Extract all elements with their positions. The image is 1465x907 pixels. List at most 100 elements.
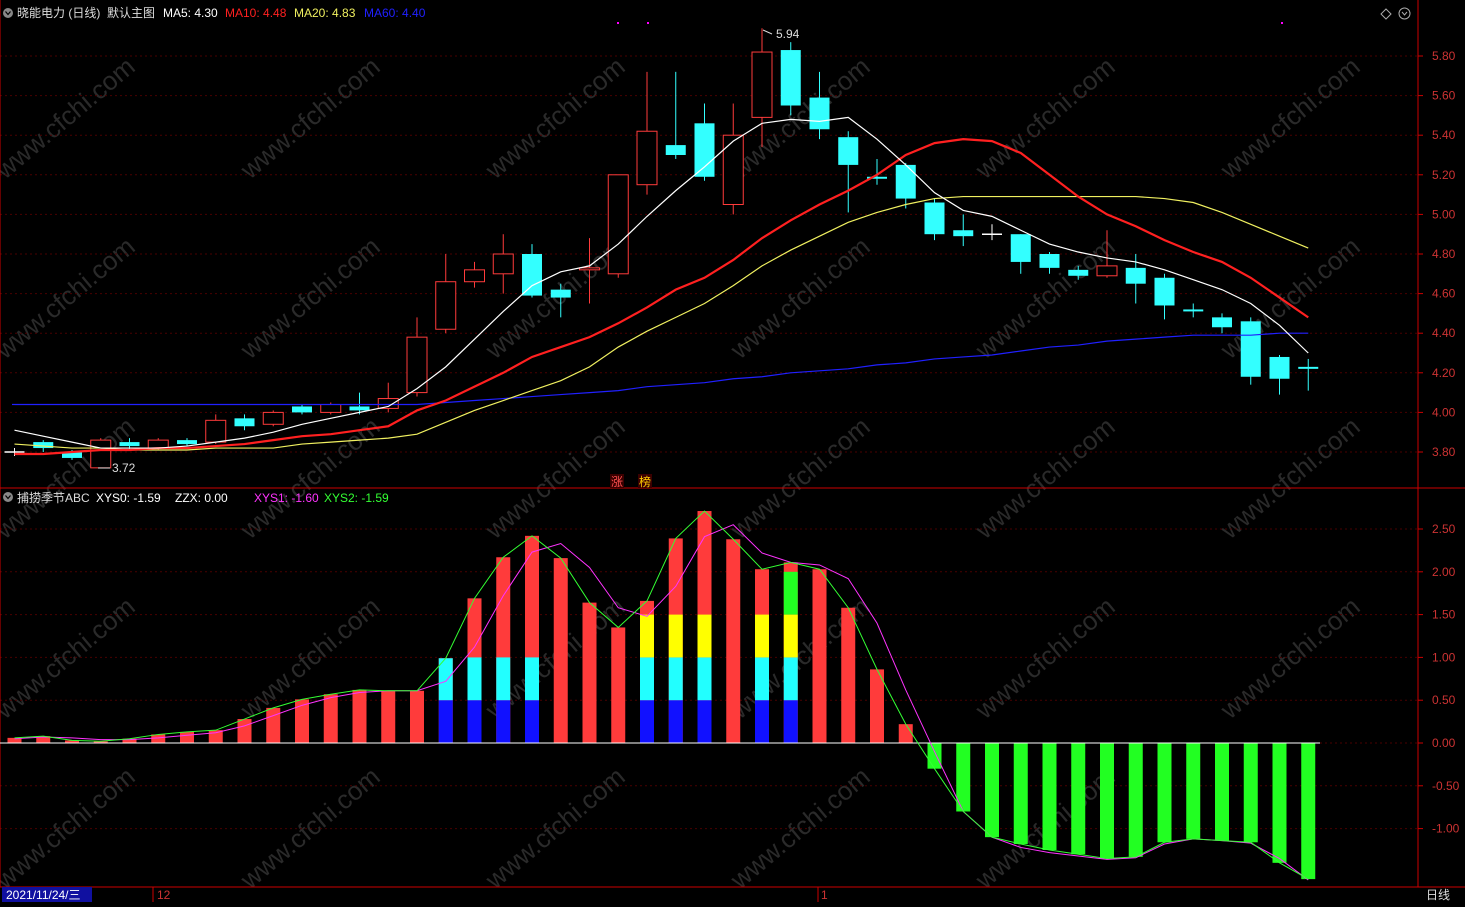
indicator-bar bbox=[295, 699, 309, 743]
candle-body bbox=[1183, 309, 1204, 312]
watermark-text: www.cfchi.com bbox=[0, 231, 141, 365]
chevron-down-icon bbox=[1401, 11, 1408, 16]
collapse-icon[interactable] bbox=[3, 8, 13, 18]
price-tick-label: 4.40 bbox=[1432, 326, 1456, 340]
candle-body bbox=[492, 253, 514, 275]
season-segment bbox=[525, 657, 539, 701]
moving-average-lines bbox=[12, 116, 1309, 456]
indicator-bar bbox=[151, 734, 166, 743]
ma20-label: MA20: 4.83 bbox=[294, 6, 356, 20]
season-segment bbox=[467, 700, 482, 743]
indicator-bars bbox=[0, 511, 1320, 880]
candle-body bbox=[292, 406, 312, 413]
indicator-collapse-icon[interactable] bbox=[3, 492, 13, 502]
candle-body bbox=[1010, 234, 1031, 262]
high-price-marker: 5.94 bbox=[776, 27, 800, 41]
indicator-name[interactable]: 捕捞季节ABC bbox=[17, 490, 90, 505]
candle-body bbox=[607, 174, 629, 275]
season-segment bbox=[467, 657, 482, 701]
indicator-tick-label: 1.50 bbox=[1432, 608, 1456, 622]
indicator-bar bbox=[1100, 743, 1114, 859]
indicator-bar bbox=[266, 707, 281, 743]
main-chart-label[interactable]: 默认主图 bbox=[107, 5, 155, 20]
indicator-bar bbox=[898, 724, 913, 743]
candle-body bbox=[550, 289, 571, 298]
candle-body bbox=[694, 123, 715, 177]
stock-title[interactable]: 晓能电力 (日线) bbox=[17, 6, 100, 20]
price-tick-label: 4.20 bbox=[1432, 366, 1456, 380]
indicator-bar bbox=[180, 731, 194, 743]
cursor-date: 2021/11/24/三 bbox=[6, 888, 81, 902]
indicator-tick-label: 2.50 bbox=[1432, 522, 1456, 536]
candle-body bbox=[522, 254, 542, 296]
indicator-lines bbox=[14, 510, 1309, 881]
season-segment bbox=[640, 700, 654, 743]
high-marker-arrow bbox=[762, 29, 773, 35]
indicator-bar bbox=[1128, 743, 1143, 857]
xys0-label: XYS0: -1.59 bbox=[96, 491, 161, 505]
chart-canvas[interactable]: www.cfchi.com www.cfchi.com www.cfchi.com w… bbox=[0, 0, 1465, 902]
period-label[interactable]: 日线 bbox=[1426, 888, 1450, 902]
season-segment bbox=[438, 700, 453, 743]
watermark-text: www.cfchi.com bbox=[969, 411, 1121, 545]
watermark-text: www.cfchi.com bbox=[0, 591, 141, 725]
indicator-bar bbox=[985, 743, 999, 838]
watermark-text: www.cfchi.com bbox=[234, 411, 386, 545]
indicator-bar bbox=[410, 690, 424, 743]
candle-body bbox=[722, 134, 744, 205]
indicator-tick-label: -0.50 bbox=[1432, 779, 1460, 793]
indicator-bar bbox=[1215, 743, 1229, 841]
indicator-tick-label: 0.50 bbox=[1432, 693, 1456, 707]
price-tick-label: 5.00 bbox=[1432, 207, 1456, 221]
ma10-line bbox=[14, 138, 1309, 456]
season-segment bbox=[640, 657, 654, 701]
candle-body bbox=[665, 145, 686, 155]
price-tick-label: 5.80 bbox=[1432, 49, 1456, 63]
month-label-jan: 1 bbox=[821, 888, 828, 902]
expand-icon[interactable] bbox=[1398, 7, 1411, 20]
indicator-bar bbox=[726, 539, 741, 743]
ma60-line bbox=[14, 332, 1309, 406]
indicator-bar bbox=[870, 669, 884, 743]
ma5-label: MA5: 4.30 bbox=[163, 6, 218, 20]
indicator-tick-label: -1.00 bbox=[1432, 822, 1460, 836]
price-tick-label: 4.60 bbox=[1432, 287, 1456, 301]
stock-chart-window[interactable]: www.cfchi.com www.cfchi.com www.cfchi.com w… bbox=[0, 0, 1465, 902]
price-tick-label: 5.40 bbox=[1432, 128, 1456, 142]
indicator-bar bbox=[237, 719, 252, 743]
watermark-text: www.cfchi.com bbox=[0, 51, 141, 185]
season-segment bbox=[640, 614, 654, 658]
watermark-text: www.cfchi.com bbox=[479, 411, 631, 545]
candle-body bbox=[119, 442, 140, 447]
indicator-bar bbox=[582, 602, 597, 743]
candle-body bbox=[1096, 265, 1118, 277]
event-dot bbox=[647, 22, 649, 24]
candle-body bbox=[1212, 317, 1232, 328]
indicator-axis-ticks: 2.50 2.00 1.50 1.00 0.50 0.00 -0.50 -1.00 bbox=[1418, 522, 1460, 836]
indicator-bar bbox=[381, 690, 396, 743]
indicator-bar bbox=[1013, 743, 1028, 845]
candle-body bbox=[262, 411, 284, 425]
indicator-bar bbox=[323, 694, 338, 743]
candle-body bbox=[464, 269, 485, 283]
candle-body bbox=[809, 97, 830, 130]
candle-body bbox=[349, 406, 370, 411]
season-segment bbox=[783, 657, 798, 701]
limit-up-tag-text: 涨 bbox=[611, 474, 623, 489]
diamond-icon[interactable] bbox=[1380, 8, 1392, 20]
indicator-bar bbox=[611, 627, 626, 743]
season-segment bbox=[697, 700, 712, 743]
indicator-bar bbox=[208, 730, 223, 743]
indicator-bar bbox=[1272, 743, 1287, 863]
price-tick-label: 4.00 bbox=[1432, 405, 1456, 419]
indicator-bar bbox=[553, 558, 568, 743]
watermark-text: www.cfchi.com bbox=[1214, 231, 1366, 365]
xys1-line bbox=[14, 524, 1309, 881]
indicator-bar bbox=[927, 743, 942, 769]
indicator-tick-label: 2.00 bbox=[1432, 565, 1456, 579]
watermark-text: www.cfchi.com bbox=[1214, 411, 1366, 545]
xys2-label: XYS2: -1.59 bbox=[324, 491, 389, 505]
indicator-bar bbox=[352, 689, 367, 743]
indicator-tick-label: 1.00 bbox=[1432, 650, 1456, 664]
candle-body bbox=[90, 439, 112, 469]
